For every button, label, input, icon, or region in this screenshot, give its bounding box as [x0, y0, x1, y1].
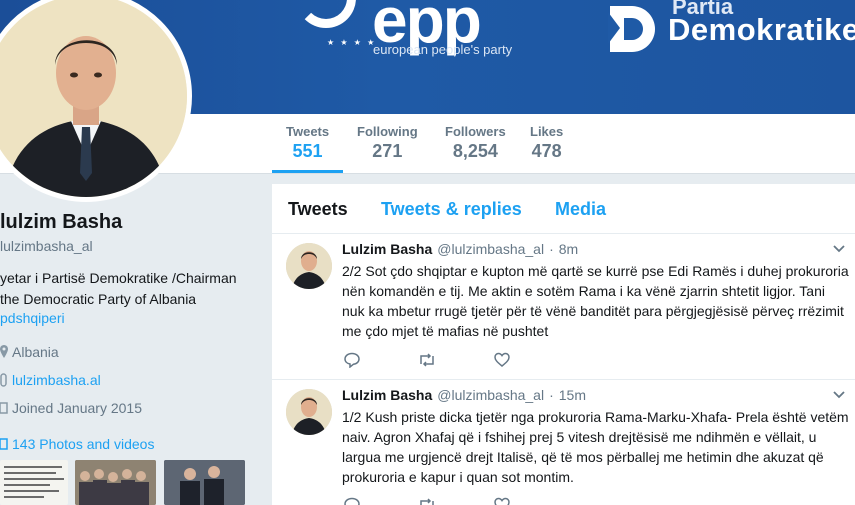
- tab-tweets[interactable]: Tweets: [288, 199, 348, 220]
- stat-followers[interactable]: Followers 8,254: [445, 124, 506, 162]
- handle-text: lulzimbasha_al: [0, 238, 93, 254]
- photo-people-icon: [164, 460, 245, 505]
- photo-text-icon: [4, 466, 64, 498]
- stat-likes[interactable]: Likes 478: [530, 124, 563, 162]
- stat-value: 478: [531, 141, 562, 161]
- link-icon: [0, 373, 7, 387]
- profile-name: lulzim Basha: [0, 211, 123, 233]
- stat-label: Followers: [445, 124, 506, 139]
- profile-joined: Joined January 2015: [0, 400, 142, 416]
- tweet-avatar[interactable]: [286, 243, 332, 289]
- stat-value: 551: [292, 141, 323, 161]
- reply-icon[interactable]: [344, 352, 360, 368]
- stat-value: 271: [372, 141, 403, 161]
- stat-tweets[interactable]: Tweets 551: [271, 124, 344, 173]
- stat-label: Likes: [530, 124, 564, 139]
- photos-icon: [0, 438, 8, 450]
- tweet-text: 1/2 Kush priste dicka tjetër nga prokuro…: [342, 409, 849, 485]
- photos-videos-link[interactable]: 143 Photos and videos: [0, 436, 154, 452]
- tweet-actions: [344, 497, 510, 505]
- photos-videos-label: 143 Photos and videos: [12, 436, 155, 452]
- profile-handle[interactable]: lulzimbasha_al: [0, 238, 93, 254]
- tab-media[interactable]: Media: [555, 199, 606, 220]
- tweet-timestamp[interactable]: 15m: [559, 387, 586, 403]
- chevron-down-icon[interactable]: [833, 245, 845, 253]
- tweet-dot: ·: [549, 387, 554, 403]
- calendar-icon: [0, 402, 8, 414]
- photo-thumbnail[interactable]: [75, 460, 156, 505]
- tweet-text: 2/2 Sot çdo shqiptar e kupton më qartë s…: [342, 263, 849, 339]
- epp-logo-ring: [296, 0, 356, 28]
- pd-logo-icon: [608, 6, 655, 53]
- tweet-dot: ·: [549, 241, 554, 257]
- tweet[interactable]: Lulzim Basha @lulzimbasha_al · 8m 2/2 So…: [272, 235, 855, 380]
- photo-crowd-icon: [75, 460, 156, 505]
- avatar-portrait-icon: [0, 0, 187, 197]
- tweet-header: Lulzim Basha @lulzimbasha_al · 8m: [342, 241, 578, 257]
- stat-value: 8,254: [452, 141, 498, 161]
- profile-location: Albania: [0, 344, 59, 360]
- tweet-author-handle[interactable]: @lulzimbasha_al: [437, 241, 544, 257]
- epp-stars-icon: ★ ★ ★ ★: [327, 38, 377, 47]
- retweet-icon[interactable]: [418, 497, 436, 505]
- profile-bio: yetar i Partisë Demokratike /Chairman th…: [0, 268, 260, 310]
- tab-tweets-replies[interactable]: Tweets & replies: [381, 199, 522, 220]
- tweet-timestamp[interactable]: 8m: [559, 241, 578, 257]
- tweet-avatar[interactable]: [286, 389, 332, 435]
- like-icon[interactable]: [494, 497, 510, 505]
- profile-website[interactable]: lulzimbasha.al: [0, 372, 101, 388]
- bio-mention-link[interactable]: pdshqiperi: [0, 310, 65, 326]
- bio-line-1: yetar i Partisë Demokratike /Chairman: [0, 270, 237, 286]
- location-text: Albania: [12, 344, 59, 360]
- pd-name-text: Demokratike: [668, 12, 855, 47]
- avatar-portrait-icon: [286, 389, 332, 435]
- chevron-down-icon[interactable]: [833, 391, 845, 399]
- like-icon[interactable]: [494, 352, 510, 368]
- tweet-author-name[interactable]: Lulzim Basha: [342, 241, 432, 257]
- joined-text: Joined January 2015: [12, 400, 142, 416]
- stat-label: Following: [357, 124, 418, 139]
- tweet-author-handle[interactable]: @lulzimbasha_al: [437, 387, 544, 403]
- timeline-tabs: Tweets Tweets & replies Media: [272, 184, 855, 234]
- tweet-author-name[interactable]: Lulzim Basha: [342, 387, 432, 403]
- retweet-icon[interactable]: [418, 352, 436, 368]
- website-link[interactable]: lulzimbasha.al: [12, 372, 101, 388]
- timeline: Tweets Tweets & replies Media Lulzim Bas…: [272, 184, 855, 505]
- stat-label: Tweets: [286, 124, 330, 139]
- stat-following[interactable]: Following 271: [357, 124, 418, 162]
- location-pin-icon: [0, 345, 8, 358]
- tweet-actions: [344, 352, 510, 368]
- photo-thumbnail[interactable]: [164, 460, 245, 505]
- epp-tagline: european people's party: [373, 42, 513, 57]
- photo-thumbnail[interactable]: [0, 460, 68, 505]
- avatar-portrait-icon: [286, 243, 332, 289]
- tweet-header: Lulzim Basha @lulzimbasha_al · 15m: [342, 387, 586, 403]
- reply-icon[interactable]: [344, 497, 360, 505]
- tweet[interactable]: Lulzim Basha @lulzimbasha_al · 15m 1/2 K…: [272, 381, 855, 505]
- bio-line-2: the Democratic Party of Albania: [0, 291, 197, 307]
